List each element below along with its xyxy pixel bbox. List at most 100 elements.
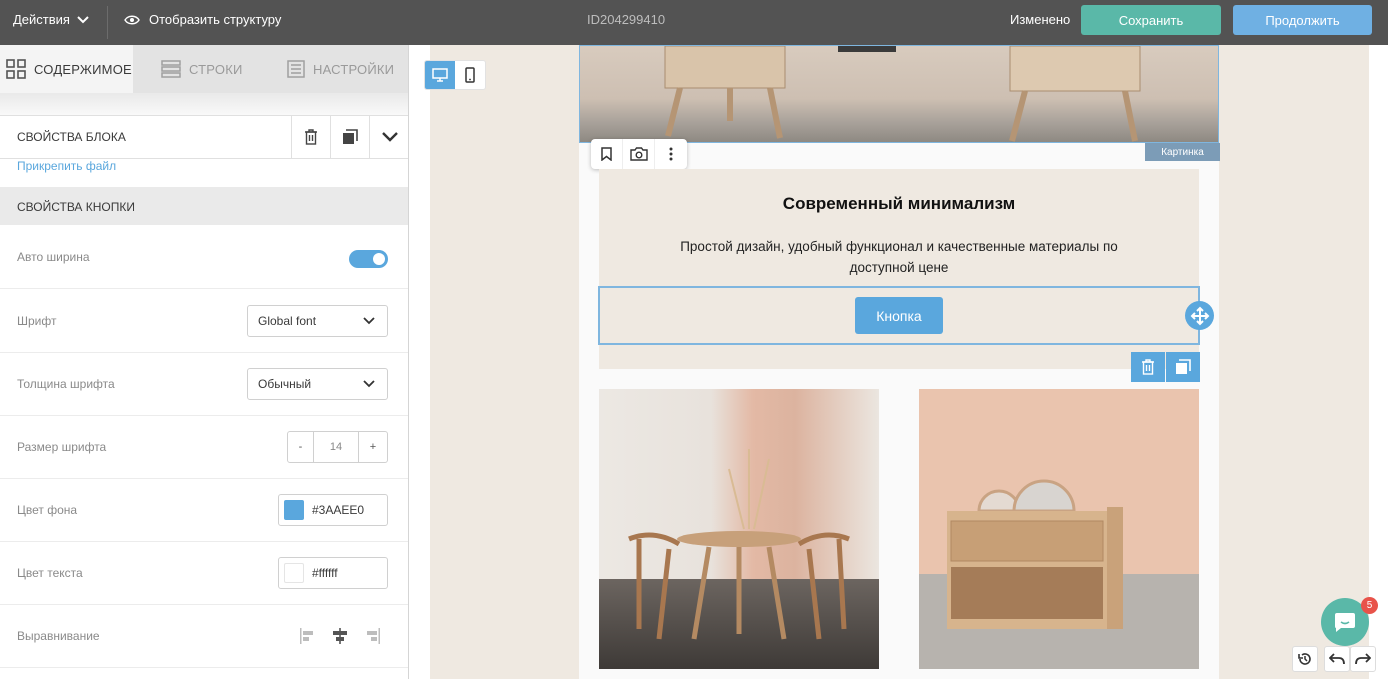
- bg-color-row: Цвет фона #3AAEE0: [0, 479, 408, 542]
- bg-color-label: Цвет фона: [17, 503, 78, 517]
- text-color-row: Цвет текста #ffffff: [0, 542, 408, 605]
- duplicate-icon: [343, 129, 358, 144]
- eye-icon: [124, 15, 140, 24]
- duplicate-button[interactable]: [1166, 352, 1200, 382]
- email-heading[interactable]: Современный минимализм: [599, 194, 1199, 214]
- delete-button[interactable]: [1131, 352, 1165, 382]
- auto-width-toggle[interactable]: [349, 250, 388, 268]
- camera-icon: [629, 147, 648, 161]
- font-weight-row: Толщина шрифта Обычный: [0, 353, 408, 416]
- duplicate-icon: [1176, 359, 1191, 374]
- text-color-value: #ffffff: [312, 566, 338, 580]
- history-icon: [1298, 653, 1311, 665]
- tab-content[interactable]: СОДЕРЖИМОЕ: [0, 45, 133, 93]
- button-properties-title: СВОЙСТВА КНОПКИ: [17, 200, 136, 214]
- desktop-view-button[interactable]: [425, 61, 455, 89]
- duplicate-block-button[interactable]: [330, 116, 369, 158]
- email-cta-button[interactable]: Кнопка: [855, 297, 943, 334]
- image-toolbar: [591, 139, 687, 169]
- panel-shade: [0, 93, 408, 115]
- rows-icon: [161, 60, 181, 78]
- font-size-value[interactable]: 14: [314, 432, 359, 462]
- bookmark-icon: [601, 147, 612, 161]
- block-properties-header: СВОЙСТВА БЛОКА: [0, 115, 408, 159]
- mobile-view-button[interactable]: [455, 61, 485, 89]
- redo-button[interactable]: [1350, 646, 1376, 672]
- font-value: Global font: [258, 314, 317, 328]
- font-weight-value: Обычный: [258, 377, 312, 391]
- actions-label: Действия: [13, 12, 70, 27]
- continue-button[interactable]: Продолжить: [1233, 5, 1372, 35]
- table-chairs-illustration: [628, 449, 850, 640]
- chevron-down-icon: [381, 132, 398, 142]
- alignment-row: Выравнивание: [0, 605, 408, 668]
- camera-button[interactable]: [623, 139, 655, 169]
- redo-icon: [1355, 653, 1371, 665]
- undo-icon: [1329, 653, 1345, 665]
- move-icon: [1190, 306, 1209, 325]
- font-weight-label: Толщина шрифта: [17, 377, 115, 391]
- bg-color-picker[interactable]: #3AAEE0: [278, 494, 388, 526]
- save-button[interactable]: Сохранить: [1081, 5, 1221, 35]
- font-row: Шрифт Global font: [0, 290, 408, 353]
- bg-color-swatch[interactable]: [284, 500, 304, 520]
- block-properties-title: СВОЙСТВА БЛОКА: [17, 130, 126, 144]
- text-color-swatch[interactable]: [284, 563, 304, 583]
- align-left-icon[interactable]: [299, 627, 317, 645]
- auto-width-label: Авто ширина: [17, 250, 90, 264]
- actions-menu[interactable]: Действия: [13, 12, 90, 27]
- tab-settings-label: НАСТРОЙКИ: [313, 61, 395, 77]
- document-id: ID204299410: [587, 12, 666, 27]
- chevron-down-icon: [363, 317, 375, 325]
- undo-button[interactable]: [1324, 646, 1350, 672]
- settings-doc-icon: [287, 60, 305, 78]
- show-structure-button[interactable]: Отобразить структуру: [124, 12, 281, 27]
- divider: [107, 6, 108, 39]
- tab-settings[interactable]: НАСТРОЙКИ: [271, 45, 408, 93]
- more-options-button[interactable]: [655, 139, 687, 169]
- increment-button[interactable]: +: [359, 432, 387, 462]
- text-color-label: Цвет текста: [17, 566, 83, 580]
- desktop-icon: [432, 68, 448, 82]
- font-weight-select[interactable]: Обычный: [247, 368, 388, 400]
- trash-icon: [1142, 359, 1154, 375]
- history-button[interactable]: [1292, 646, 1318, 672]
- device-toggle: [425, 61, 485, 89]
- chevron-down-icon: [363, 380, 375, 388]
- alignment-group: [299, 627, 381, 645]
- font-size-label: Размер шрифта: [17, 440, 107, 454]
- tab-rows[interactable]: СТРОКИ: [134, 45, 270, 93]
- nightstand-illustration: [947, 479, 1123, 629]
- font-size-row: Размер шрифта - 14 +: [0, 416, 408, 479]
- chat-icon: [1335, 613, 1355, 632]
- panel-tabs: СОДЕРЖИМОЕ СТРОКИ НАСТРОЙКИ: [0, 45, 408, 93]
- save-status: Изменено: [1010, 12, 1071, 27]
- tab-content-label: СОДЕРЖИМОЕ: [34, 61, 132, 77]
- show-structure-label: Отобразить структуру: [149, 12, 282, 27]
- block-toolbar: [1131, 352, 1201, 382]
- chevron-down-icon: [77, 15, 89, 23]
- font-label: Шрифт: [17, 314, 57, 328]
- nightstand-photo[interactable]: [919, 389, 1199, 669]
- email-subtext[interactable]: Простой дизайн, удобный функционал и кач…: [659, 236, 1139, 278]
- auto-width-row: Авто ширина: [0, 226, 408, 289]
- align-right-icon[interactable]: [363, 627, 381, 645]
- chat-unread-badge: 5: [1361, 597, 1378, 614]
- align-center-icon[interactable]: [331, 627, 349, 645]
- dining-room-photo[interactable]: [599, 389, 879, 669]
- hero-image[interactable]: [579, 45, 1219, 143]
- properties-panel: СОДЕРЖИМОЕ СТРОКИ НАСТРОЙКИ СВОЙСТВА БЛО…: [0, 45, 409, 679]
- delete-block-button[interactable]: [291, 116, 330, 158]
- more-vertical-icon: [669, 147, 673, 161]
- font-select[interactable]: Global font: [247, 305, 388, 337]
- mobile-icon: [465, 67, 475, 83]
- attach-file-link[interactable]: Прикрепить файл: [17, 159, 116, 173]
- trash-icon: [305, 129, 317, 145]
- decrement-button[interactable]: -: [288, 432, 314, 462]
- tab-rows-label: СТРОКИ: [189, 61, 243, 77]
- move-handle[interactable]: [1185, 301, 1214, 330]
- bookmark-button[interactable]: [591, 139, 623, 169]
- collapse-block-button[interactable]: [369, 116, 408, 158]
- text-color-picker[interactable]: #ffffff: [278, 557, 388, 589]
- grid-icon: [6, 59, 26, 79]
